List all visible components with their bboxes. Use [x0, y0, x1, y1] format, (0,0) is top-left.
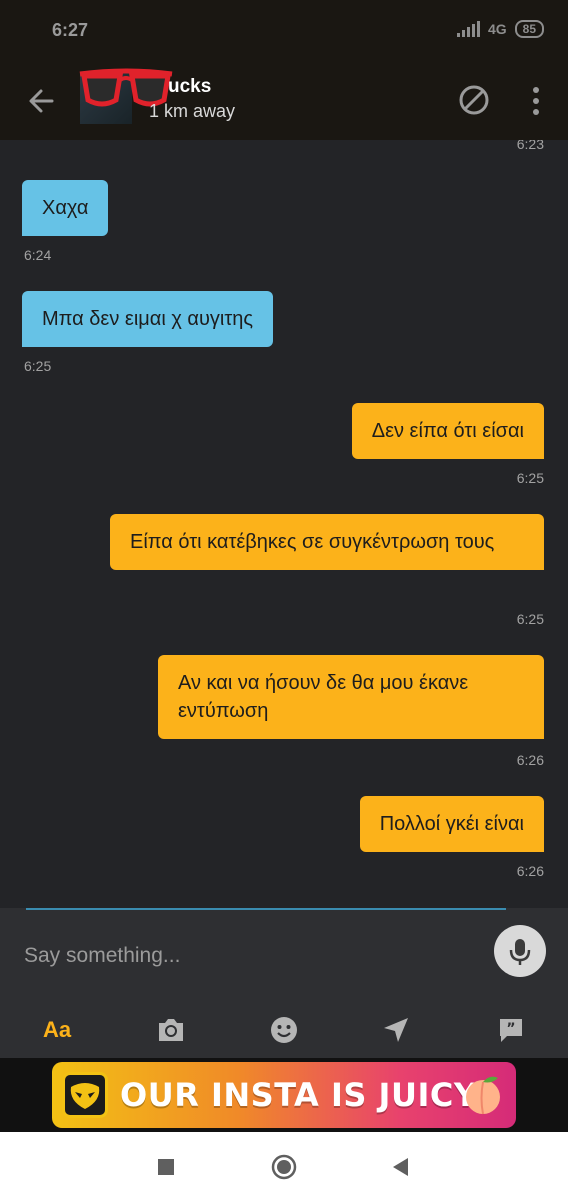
- message-bubble-outgoing[interactable]: Πολλοί γκέι είναι: [359, 796, 544, 852]
- message-time: 6:25: [24, 358, 52, 374]
- message-time: 6:26: [516, 752, 544, 768]
- message-time: 6:26: [516, 863, 544, 879]
- system-back-button[interactable]: [387, 1154, 413, 1180]
- message-input[interactable]: [24, 936, 464, 976]
- chat-header: ucks 1 km away: [0, 62, 568, 140]
- more-options-button[interactable]: [522, 84, 550, 118]
- contact-avatar[interactable]: [79, 68, 173, 124]
- nav-circle-icon: [271, 1154, 297, 1180]
- message-list[interactable]: 6:23 Χαχα 6:24 Μπα δεν ειμαι χ αυγιτης 6…: [0, 140, 568, 908]
- message-time: 6:23: [516, 140, 544, 152]
- location-icon: [384, 1018, 408, 1042]
- location-button[interactable]: [376, 1010, 416, 1050]
- promo-banner[interactable]: OUR INSTA IS JUICY: [52, 1062, 516, 1128]
- saved-phrases-icon: ”: [500, 1019, 522, 1042]
- status-time: 6:27: [52, 20, 89, 40]
- back-button[interactable]: [24, 84, 58, 118]
- emoji-icon: [271, 1017, 297, 1043]
- compose-toolbar: Aa ”: [0, 1002, 568, 1058]
- contact-distance: 1 km away: [149, 101, 236, 121]
- message-time: 6:25: [516, 470, 544, 486]
- ad-banner-area: OUR INSTA IS JUICY: [0, 1058, 568, 1132]
- text-tab[interactable]: Aa: [37, 1010, 77, 1050]
- more-vert-icon: [533, 87, 539, 115]
- message-bubble-outgoing[interactable]: Δεν είπα ότι είσαι: [351, 403, 544, 459]
- back-arrow-icon: [29, 89, 54, 113]
- message-time: 6:25: [516, 611, 544, 627]
- status-bar: 6:27 4G 85: [0, 0, 568, 62]
- signal-icon: [456, 21, 480, 37]
- message-bubble-incoming[interactable]: Χαχα: [22, 180, 109, 236]
- contact-name[interactable]: ucks: [168, 76, 211, 98]
- input-divider: [26, 908, 506, 910]
- network-type: 4G: [487, 21, 507, 37]
- recents-button[interactable]: [153, 1154, 179, 1180]
- home-button[interactable]: [271, 1154, 297, 1180]
- nav-back-icon: [393, 1158, 408, 1176]
- compose-area: [0, 908, 568, 1002]
- svg-text:”: ”: [506, 1021, 515, 1037]
- saved-phrases-button[interactable]: ”: [491, 1010, 531, 1050]
- mic-icon: [509, 939, 531, 965]
- camera-button[interactable]: [151, 1010, 191, 1050]
- message-time: 6:24: [24, 247, 52, 263]
- voice-message-button[interactable]: [494, 925, 546, 977]
- text-tab-label: Aa: [42, 1017, 72, 1042]
- camera-icon: [159, 1019, 183, 1041]
- message-bubble-outgoing[interactable]: Είπα ότι κατέβηκες σε συγκέντρωση τους: [110, 514, 544, 570]
- status-icons: 4G 85: [456, 20, 544, 38]
- peach-icon: [466, 1076, 500, 1115]
- message-bubble-outgoing[interactable]: Αν και να ήσουν δε θα μου έκανε εντύπωση: [158, 655, 544, 739]
- block-button[interactable]: [456, 82, 492, 118]
- banner-text: OUR INSTA IS JUICY: [120, 1076, 478, 1114]
- system-nav-bar: [0, 1132, 568, 1200]
- battery-level: 85: [514, 20, 544, 38]
- block-icon: [459, 85, 489, 115]
- grindr-mask-icon: [62, 1072, 108, 1118]
- emoji-button[interactable]: [264, 1010, 304, 1050]
- message-bubble-incoming[interactable]: Μπα δεν ειμαι χ αυγιτης: [22, 291, 274, 347]
- nav-square-icon: [158, 1159, 174, 1175]
